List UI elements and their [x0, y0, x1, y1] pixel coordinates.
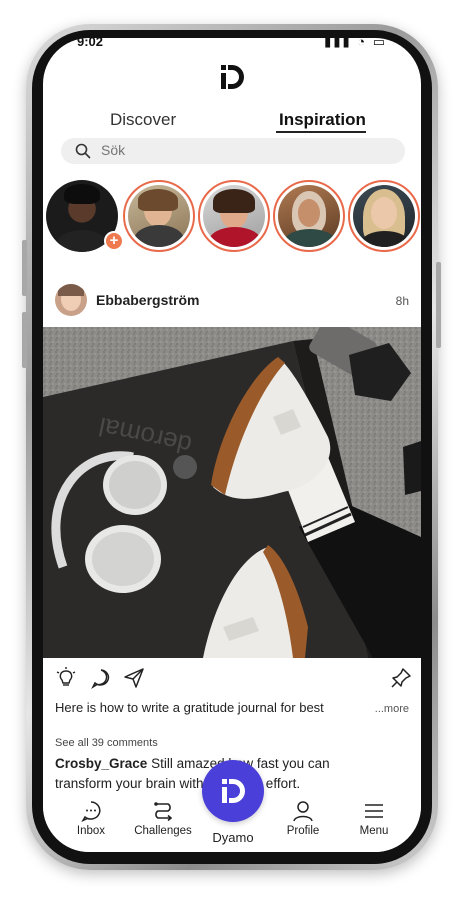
- nav-profile[interactable]: Profile: [268, 800, 338, 837]
- comment-icon[interactable]: [89, 666, 113, 690]
- nav-inbox[interactable]: Inbox: [56, 800, 126, 837]
- share-send-icon[interactable]: [122, 666, 146, 690]
- story-avatar: [203, 185, 265, 247]
- lightbulb-icon[interactable]: [54, 666, 78, 690]
- comment-author[interactable]: Crosby_Grace: [55, 756, 147, 771]
- dyamo-center-button[interactable]: [202, 760, 264, 822]
- post-caption: Here is how to write a gratitude journal…: [55, 700, 324, 715]
- search-icon: [75, 143, 91, 159]
- tab-inspiration[interactable]: Inspiration: [279, 110, 366, 130]
- search-bar[interactable]: [61, 138, 405, 164]
- hamburger-menu-icon: [365, 804, 383, 818]
- search-input[interactable]: [101, 142, 381, 158]
- nav-menu-label: Menu: [359, 825, 389, 837]
- post-header: Ebbabergström 8h: [43, 282, 421, 316]
- nav-menu[interactable]: Menu: [339, 800, 409, 837]
- post-actions: [43, 666, 421, 694]
- volume-up-button: [22, 240, 27, 296]
- story-avatar: [128, 185, 190, 247]
- nav-profile-label: Profile: [286, 825, 320, 837]
- power-button: [436, 262, 441, 348]
- story-item[interactable]: [273, 180, 345, 252]
- tab-discover[interactable]: Discover: [110, 110, 176, 130]
- story-avatar: [353, 185, 415, 247]
- nav-challenges-label: Challenges: [134, 825, 192, 837]
- nav-dyamo-label: Dyamo: [212, 830, 254, 845]
- route-icon: [154, 802, 173, 822]
- status-icons: ▮▮▮ ◔ ▭: [324, 38, 387, 49]
- nav-inbox-label: Inbox: [76, 825, 106, 837]
- dyamo-logo-icon: [222, 779, 245, 803]
- post-timestamp: 8h: [395, 294, 409, 308]
- story-item[interactable]: [123, 180, 195, 252]
- post-author-name[interactable]: Ebbabergström: [96, 292, 199, 308]
- person-icon: [293, 801, 313, 822]
- story-avatar: [278, 185, 340, 247]
- dyamo-logo-icon: [221, 65, 244, 89]
- stories-row: +: [43, 180, 421, 256]
- app-screen: 9:02 ▮▮▮ ◔ ▭ Discover Inspiration +: [43, 38, 421, 852]
- story-item[interactable]: [198, 180, 270, 252]
- volume-down-button: [22, 312, 27, 368]
- status-time: 9:02: [77, 38, 104, 49]
- nav-challenges[interactable]: Challenges: [128, 800, 198, 837]
- chat-bubble-icon: [81, 801, 101, 822]
- post-photo[interactable]: deromal: [43, 327, 421, 658]
- story-own[interactable]: +: [46, 180, 124, 252]
- see-all-comments-link[interactable]: See all 39 comments: [55, 737, 158, 749]
- status-bar: 9:02 ▮▮▮ ◔ ▭: [43, 38, 421, 58]
- post-author-avatar[interactable]: [55, 284, 87, 316]
- story-item[interactable]: [348, 180, 420, 252]
- caption-more-link[interactable]: ...more: [375, 703, 409, 715]
- pin-icon[interactable]: [389, 666, 413, 690]
- active-tab-indicator: [276, 131, 366, 133]
- add-story-plus-icon[interactable]: +: [104, 231, 124, 251]
- sneakers-headphones-photo-icon: deromal: [43, 327, 421, 658]
